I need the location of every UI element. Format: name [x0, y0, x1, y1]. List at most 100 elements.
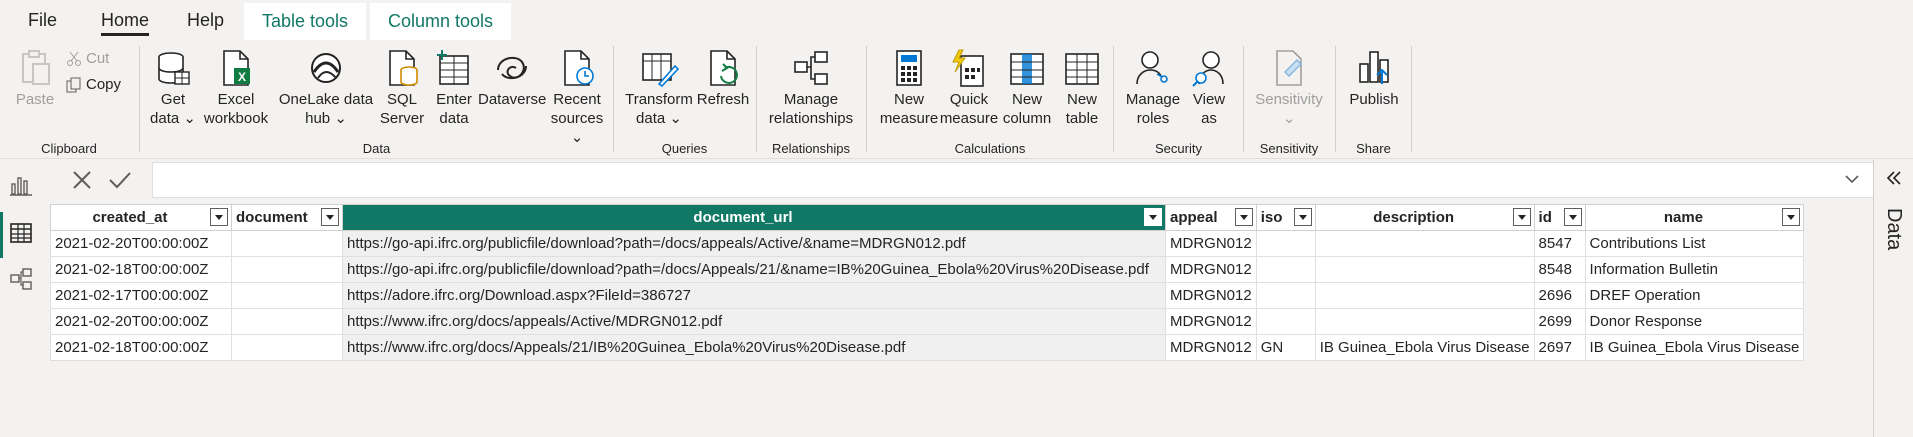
check-icon[interactable]: [106, 166, 134, 194]
column-header-created-at[interactable]: created_at: [50, 204, 232, 231]
table-row[interactable]: 2021-02-18T00:00:00Z https://www.ifrc.or…: [50, 334, 1805, 361]
filter-dropdown-icon[interactable]: [1293, 208, 1312, 226]
column-header-document-url[interactable]: document_url: [342, 204, 1166, 231]
cell-document-url[interactable]: https://go-api.ifrc.org/publicfile/downl…: [342, 230, 1166, 257]
cell-name[interactable]: IB Guinea_Ebola Virus Disease: [1584, 334, 1805, 361]
new-measure-button[interactable]: New measure: [879, 48, 939, 128]
transform-data-button[interactable]: Transform data ⌄: [624, 48, 694, 128]
refresh-button[interactable]: Refresh: [694, 48, 752, 109]
cell-id[interactable]: 2696: [1533, 282, 1586, 309]
cell-iso[interactable]: [1255, 282, 1316, 309]
cell-iso[interactable]: [1255, 230, 1316, 257]
column-header-label: created_at: [92, 209, 168, 226]
sensitivity-button[interactable]: Sensitivity ⌄: [1248, 48, 1330, 128]
cell-iso[interactable]: GN: [1255, 334, 1316, 361]
cell-appeal[interactable]: MDRGN012: [1165, 334, 1257, 361]
cell-document[interactable]: [231, 230, 343, 257]
cell-created-at[interactable]: 2021-02-17T00:00:00Z: [50, 282, 232, 309]
view-as-button[interactable]: View as: [1184, 48, 1234, 128]
manage-relationships-button[interactable]: Manage relationships: [761, 48, 861, 128]
cell-description[interactable]: [1314, 282, 1535, 309]
cell-document[interactable]: [231, 308, 343, 335]
paste-button[interactable]: Paste: [12, 48, 58, 109]
quick-measure-button[interactable]: Quick measure: [939, 48, 999, 128]
filter-dropdown-icon[interactable]: [1782, 208, 1801, 226]
table-row[interactable]: 2021-02-20T00:00:00Z https://www.ifrc.or…: [50, 308, 1805, 335]
cell-created-at[interactable]: 2021-02-18T00:00:00Z: [50, 256, 232, 283]
menu-file[interactable]: File: [28, 0, 57, 40]
manage-roles-button[interactable]: Manage roles: [1122, 48, 1184, 128]
column-header-appeal[interactable]: appeal: [1165, 204, 1257, 231]
cell-document-url[interactable]: https://www.ifrc.org/docs/appeals/Active…: [342, 308, 1166, 335]
expand-pane-icon[interactable]: [1884, 168, 1904, 188]
menu-table-tools[interactable]: Table tools: [244, 3, 367, 40]
cut-button[interactable]: Cut: [66, 48, 109, 70]
filter-dropdown-icon[interactable]: [321, 208, 339, 226]
cell-appeal[interactable]: MDRGN012: [1165, 256, 1257, 283]
filter-dropdown-icon[interactable]: [1144, 208, 1162, 226]
column-header-document[interactable]: document: [231, 204, 343, 231]
table-row[interactable]: 2021-02-20T00:00:00Z https://go-api.ifrc…: [50, 230, 1805, 257]
new-table-button[interactable]: New table: [1055, 48, 1109, 128]
cell-appeal[interactable]: MDRGN012: [1165, 308, 1257, 335]
column-header-description[interactable]: description: [1314, 204, 1535, 231]
cell-document-url[interactable]: https://www.ifrc.org/docs/Appeals/21/IB%…: [342, 334, 1166, 361]
cell-id[interactable]: 2699: [1533, 308, 1586, 335]
menu-help[interactable]: Help: [187, 0, 224, 40]
cell-document[interactable]: [231, 334, 343, 361]
cell-description[interactable]: [1314, 256, 1535, 283]
excel-workbook-button[interactable]: X Excel workbook: [198, 48, 274, 128]
close-icon[interactable]: [68, 166, 96, 194]
formula-input[interactable]: [152, 162, 1876, 198]
filter-dropdown-icon[interactable]: [1563, 208, 1582, 226]
cell-name[interactable]: Information Bulletin: [1584, 256, 1805, 283]
enter-data-button[interactable]: Enter data: [429, 48, 479, 128]
cell-description[interactable]: [1314, 230, 1535, 257]
get-data-button[interactable]: Get data ⌄: [146, 48, 200, 128]
model-view-icon[interactable]: [8, 266, 34, 292]
filter-dropdown-icon[interactable]: [1234, 208, 1253, 226]
cell-created-at[interactable]: 2021-02-20T00:00:00Z: [50, 308, 232, 335]
cell-id[interactable]: 2697: [1533, 334, 1586, 361]
cell-iso[interactable]: [1255, 256, 1316, 283]
new-column-button[interactable]: New column: [999, 48, 1055, 128]
menu-column-tools[interactable]: Column tools: [370, 3, 512, 40]
table-row[interactable]: 2021-02-18T00:00:00Z https://go-api.ifrc…: [50, 256, 1805, 283]
data-pane-title[interactable]: Data: [1882, 208, 1905, 250]
column-header-iso[interactable]: iso: [1255, 204, 1316, 231]
cell-name[interactable]: Contributions List: [1584, 230, 1805, 257]
menu-home[interactable]: Home: [101, 0, 150, 40]
cell-id[interactable]: 8548: [1533, 256, 1586, 283]
cell-appeal[interactable]: MDRGN012: [1165, 282, 1257, 309]
cell-document-url[interactable]: https://go-api.ifrc.org/publicfile/downl…: [342, 256, 1166, 283]
table-header-row: created_at document document_url appeal …: [50, 204, 1805, 231]
filter-dropdown-icon[interactable]: [210, 208, 228, 226]
cell-created-at[interactable]: 2021-02-18T00:00:00Z: [50, 334, 232, 361]
recent-sources-button[interactable]: Recent sources ⌄: [544, 48, 610, 147]
cell-description[interactable]: [1314, 308, 1535, 335]
copy-button[interactable]: Copy: [66, 74, 121, 96]
report-view-icon[interactable]: [8, 172, 34, 198]
cell-document-url[interactable]: https://adore.ifrc.org/Download.aspx?Fil…: [342, 282, 1166, 309]
cell-appeal[interactable]: MDRGN012: [1165, 230, 1257, 257]
cell-name[interactable]: DREF Operation: [1584, 282, 1805, 309]
publish-button[interactable]: Publish: [1342, 48, 1406, 109]
onelake-data-hub-button[interactable]: OneLake data hub ⌄: [276, 48, 376, 128]
menu-bar: File Home Help Table tools Column tools: [0, 0, 1913, 40]
cell-description[interactable]: IB Guinea_Ebola Virus Disease: [1314, 334, 1535, 361]
cell-id[interactable]: 8547: [1533, 230, 1586, 257]
chevron-down-icon[interactable]: [1844, 172, 1860, 186]
queries-group: Transform data ⌄ Refresh Queries: [614, 40, 755, 158]
filter-dropdown-icon[interactable]: [1512, 208, 1531, 226]
sql-server-button[interactable]: SQL Server: [376, 48, 428, 128]
cell-iso[interactable]: [1255, 308, 1316, 335]
dataverse-button[interactable]: Dataverse: [478, 48, 546, 109]
column-header-id[interactable]: id: [1533, 204, 1586, 231]
table-row[interactable]: 2021-02-17T00:00:00Z https://adore.ifrc.…: [50, 282, 1805, 309]
table-view-icon[interactable]: [8, 220, 34, 246]
cell-document[interactable]: [231, 282, 343, 309]
column-header-name[interactable]: name: [1584, 204, 1805, 231]
cell-document[interactable]: [231, 256, 343, 283]
cell-created-at[interactable]: 2021-02-20T00:00:00Z: [50, 230, 232, 257]
cell-name[interactable]: Donor Response: [1584, 308, 1805, 335]
